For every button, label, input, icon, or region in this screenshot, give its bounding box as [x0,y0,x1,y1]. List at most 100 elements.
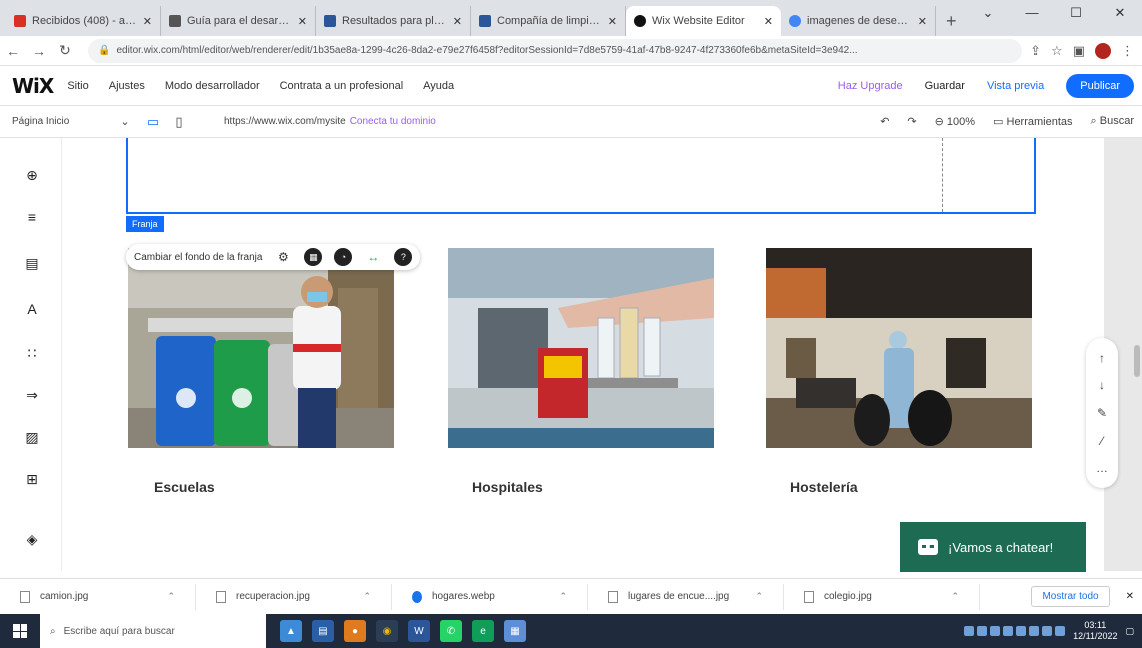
card-caption-escuelas[interactable]: Escuelas [154,479,215,495]
desktop-view-icon[interactable]: ▭ [140,114,166,130]
help-icon[interactable]: ? [394,248,413,266]
add-icon[interactable]: ⊕ [23,166,41,184]
browser-tab[interactable]: Guía para el desarroll... ✕ [161,6,316,36]
word-icon[interactable]: W [408,620,430,642]
tools-button[interactable]: ▭ Herramientas [993,115,1072,128]
card-caption-hospitales[interactable]: Hospitales [472,479,543,495]
card-caption-hosteleria[interactable]: Hostelería [790,479,858,495]
bookmark-star-icon[interactable]: ☆ [1051,43,1063,59]
download-item[interactable]: hogares.webp ⌃ [392,583,588,610]
canvas-scrollbar[interactable] [1134,345,1140,377]
stretch-icon[interactable]: ↔ [364,248,382,266]
close-icon[interactable]: ✕ [918,15,927,28]
more-icon[interactable]: … [1096,461,1108,475]
edge-icon[interactable]: e [472,620,494,642]
download-item[interactable]: colegio.jpg ⌃ [784,583,980,610]
close-icon[interactable]: ✕ [453,15,462,28]
menu-ayuda[interactable]: Ayuda [423,80,454,92]
redo-icon[interactable]: ↷ [907,115,916,128]
chevron-up-icon[interactable]: ⌃ [951,591,959,602]
pages-icon[interactable]: ▤ [23,254,41,272]
menu-ajustes[interactable]: Ajustes [109,80,145,92]
download-item[interactable]: recuperacion.jpg ⌃ [196,583,392,610]
close-icon[interactable]: ✕ [608,15,617,28]
clock[interactable]: 03:11 12/11/2022 [1073,620,1117,642]
design-icon[interactable]: A [23,300,41,318]
show-all-downloads-button[interactable]: Mostrar todo [1031,586,1110,607]
forward-icon[interactable]: → [26,43,52,59]
reload-icon[interactable]: ↻ [52,42,78,59]
menu-sitio[interactable]: Sitio [67,80,88,92]
tab-search-icon[interactable]: ⌄ [966,0,1010,28]
window-close-icon[interactable]: ✕ [1098,0,1142,28]
side-panel-icon[interactable]: ▣ [1073,43,1085,59]
maximize-icon[interactable]: ☐ [1054,0,1098,28]
tray-icons[interactable] [964,626,1066,636]
animation-icon[interactable]: ◔ [334,248,353,266]
mobile-view-icon[interactable]: ▯ [166,114,192,130]
chrome-icon[interactable]: ◉ [376,620,398,642]
selected-strip-outline[interactable] [126,138,1036,214]
chevron-down-icon[interactable]: ⌄ [110,115,140,128]
browser-tab[interactable]: Resultados para plan... ✕ [316,6,471,36]
save-button[interactable]: Guardar [925,80,965,92]
close-icon[interactable]: ✕ [298,15,307,28]
close-icon[interactable]: ✕ [764,15,773,28]
arrow-up-icon[interactable]: ↑ [1099,351,1105,365]
chevron-up-icon[interactable]: ⌃ [755,591,763,602]
photos-icon[interactable]: ▦ [504,620,526,642]
share-icon[interactable]: ⇪ [1030,43,1041,59]
settings-icon[interactable]: ⚙ [274,248,292,266]
page-selector[interactable]: Página Inicio [0,116,110,127]
url-field[interactable]: 🔒 editor.wix.com/html/editor/web/renderer… [88,38,1023,63]
download-item[interactable]: lugares de encue....jpg ⌃ [588,583,784,610]
menu-modo-desarrollador[interactable]: Modo desarrollador [165,80,260,92]
cms-icon[interactable]: ⊞ [23,470,41,488]
strip-label[interactable]: Franja [126,216,164,232]
preview-button[interactable]: Vista previa [987,80,1044,92]
upgrade-link[interactable]: Haz Upgrade [838,80,903,92]
wand-icon[interactable]: ⁄ [1101,434,1103,448]
close-downloads-icon[interactable]: ✕ [1126,591,1134,602]
profile-avatar[interactable] [1095,42,1111,59]
change-strip-background-button[interactable]: Cambiar el fondo de la franja [134,252,262,263]
close-icon[interactable]: ✕ [143,15,152,28]
firefox-icon[interactable]: ● [344,620,366,642]
apps-icon[interactable]: ∷ [23,344,41,362]
download-item[interactable]: camion.jpg ⌃ [0,583,196,610]
card-image-hospitales[interactable] [448,248,714,448]
browser-tab[interactable]: imagenes de desech... ✕ [781,6,936,36]
menu-dots-icon[interactable]: ⋮ [1121,43,1134,59]
browser-tab-active[interactable]: Wix Website Editor ✕ [626,6,781,36]
chevron-up-icon[interactable]: ⌃ [559,591,567,602]
chevron-up-icon[interactable]: ⌃ [167,591,175,602]
menu-contrata[interactable]: Contrata a un profesional [280,80,404,92]
media-icon[interactable]: ▨ [23,428,41,446]
business-icon[interactable]: ⇒ [23,386,41,404]
landscape-icon[interactable]: ▲ [280,620,302,642]
taskbar-search-input[interactable]: ⌕ Escribe aquí para buscar [40,614,266,648]
chevron-up-icon[interactable]: ⌃ [363,591,371,602]
browser-tab[interactable]: Recibidos (408) - ale... ✕ [6,6,161,36]
arrow-down-icon[interactable]: ↓ [1099,378,1105,392]
publish-button[interactable]: Publicar [1066,73,1134,98]
task-view-icon[interactable]: ▤ [312,620,334,642]
browser-tab[interactable]: Compañía de limpiez... ✕ [471,6,626,36]
search-button[interactable]: ⌕ Buscar [1091,115,1134,128]
wix-logo[interactable]: WiX [0,74,67,98]
notifications-icon[interactable]: ▢ [1125,626,1134,637]
card-image-hosteleria[interactable] [766,248,1032,448]
windows-start-icon[interactable] [0,624,40,638]
card-image-escuelas[interactable] [128,248,394,448]
undo-icon[interactable]: ↶ [880,115,889,128]
zoom-control[interactable]: ⊖ 100% [935,115,975,128]
layout-icon[interactable]: ▦ [304,248,323,266]
pencil-icon[interactable]: ✎ [1097,406,1107,420]
layers-icon[interactable]: ◈ [23,530,41,548]
editor-canvas[interactable]: Franja Cambiar el fondo de la franja ⚙ ▦… [62,138,1104,571]
connect-domain-link[interactable]: Conecta tu dominio [350,116,436,127]
whatsapp-icon[interactable]: ✆ [440,620,462,642]
back-icon[interactable]: ← [0,43,26,59]
chat-widget[interactable]: ¡Vamos a chatear! [900,522,1086,572]
minimize-icon[interactable]: — [1010,0,1054,28]
